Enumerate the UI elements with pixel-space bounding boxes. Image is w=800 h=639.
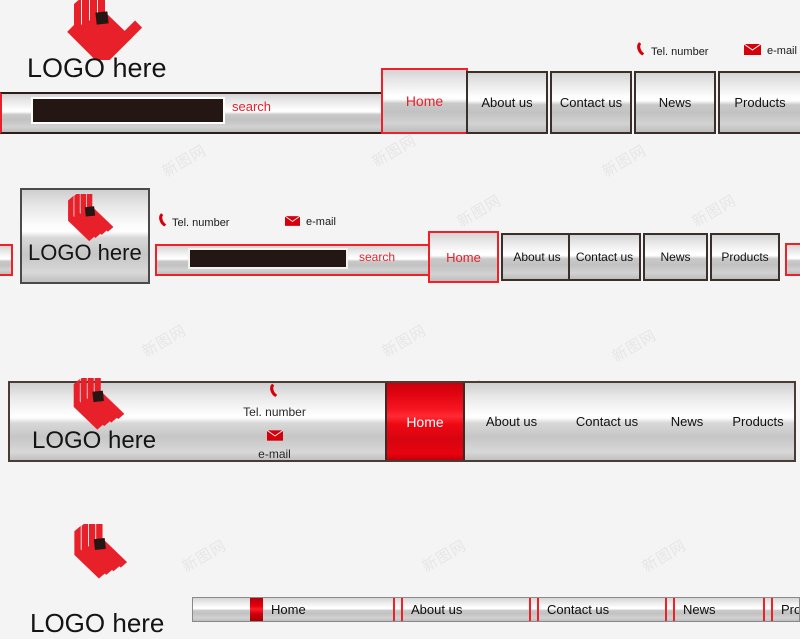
- contact-phone-block: Tel. number: [222, 382, 327, 419]
- watermark: 新图网: [598, 141, 650, 181]
- nav-item-contact-us[interactable]: Contact us: [558, 383, 656, 460]
- left-accent-tab[interactable]: [0, 244, 13, 276]
- nav-item-contact-us[interactable]: Contact us: [550, 71, 632, 134]
- nav-item-products[interactable]: Products: [781, 598, 799, 621]
- watermark: 新图网: [638, 536, 690, 576]
- nav-label: About us: [513, 250, 561, 264]
- nav-separator: [401, 598, 403, 621]
- contact-strip: Tel. number: [158, 212, 229, 233]
- nav-item-contact-us[interactable]: Contact us: [547, 598, 609, 621]
- search-label[interactable]: search: [359, 250, 395, 264]
- navigation-bar-variant-4: Home About us Contact us News Products: [192, 597, 800, 622]
- watermark: 新图网: [368, 131, 420, 171]
- search-label[interactable]: search: [232, 99, 271, 114]
- nav-separator: [537, 598, 539, 621]
- nav-label: Contact us: [547, 602, 610, 617]
- nav-item-news[interactable]: News: [643, 233, 708, 281]
- nav-item-products[interactable]: Products: [718, 383, 794, 460]
- nav-item-news[interactable]: News: [656, 383, 718, 460]
- watermark: 新图网: [418, 536, 470, 576]
- watermark: 新图网: [378, 321, 430, 361]
- nav-label: Products: [781, 602, 799, 617]
- nav-label: Contact us: [575, 250, 634, 264]
- phone-label: Tel. number: [651, 45, 709, 58]
- nav-item-home[interactable]: Home: [271, 598, 306, 621]
- nav-label: Home: [405, 93, 444, 109]
- right-accent-tab[interactable]: [785, 243, 800, 276]
- email-label: e-mail: [258, 447, 291, 461]
- envelope-icon: [743, 42, 762, 60]
- nav-label: Home: [271, 602, 306, 617]
- nav-item-home[interactable]: Home: [385, 383, 465, 460]
- nav-item-news[interactable]: News: [634, 71, 716, 134]
- nav-label: Products: [734, 95, 786, 110]
- logo-box-variant-2: LOGO here: [20, 188, 150, 284]
- nested-chevron-logo: [58, 378, 154, 434]
- nav-label: Home: [446, 249, 481, 265]
- search-input[interactable]: [31, 97, 225, 124]
- nav-item-products[interactable]: Products: [718, 71, 800, 134]
- nav-label: Products: [732, 414, 784, 429]
- nested-chevron-logo: [54, 194, 140, 246]
- watermark: 新图网: [158, 141, 210, 181]
- phone-label: Tel. number: [243, 405, 306, 419]
- contact-strip-email: e-mail: [284, 213, 336, 231]
- phone-icon: [222, 382, 327, 404]
- nav-item-about-us[interactable]: About us: [465, 383, 558, 460]
- watermark: 新图网: [608, 326, 660, 366]
- logo-text: LOGO here: [27, 53, 167, 83]
- nested-chevron-logo: [58, 524, 158, 584]
- contact-strip-email: e-mail: [743, 42, 797, 60]
- contact-strip: Tel. number: [636, 41, 708, 62]
- nav-item-products[interactable]: Products: [710, 233, 780, 281]
- nav-item-about-us[interactable]: About us: [466, 71, 548, 134]
- nav-label: News: [683, 602, 716, 617]
- envelope-icon: [284, 213, 301, 231]
- nav-separator: [763, 598, 765, 621]
- nav-label: News: [660, 250, 691, 264]
- nav-label: News: [658, 95, 692, 110]
- navigation-bar-mockup-sheet: 新图网 新图网 新图网 新图网 新图网 新图网 新图网 新图网 新图网 新图网 …: [0, 0, 800, 638]
- nav-item-about-us[interactable]: About us: [501, 233, 573, 281]
- watermark: 新图网: [178, 536, 230, 576]
- watermark: 新图网: [453, 191, 505, 231]
- phone-icon: [636, 41, 648, 62]
- nav-item-home[interactable]: Home: [381, 68, 468, 134]
- nav-label: Contact us: [575, 414, 639, 429]
- nav-item-news[interactable]: News: [683, 598, 716, 621]
- email-label: e-mail: [306, 216, 336, 228]
- nav-label: News: [670, 414, 704, 429]
- watermark: 新图网: [688, 191, 740, 231]
- phone-label: Tel. number: [172, 216, 230, 229]
- contact-email-block: e-mail: [222, 428, 327, 461]
- nav-separator: [673, 598, 675, 621]
- home-accent-block: [250, 598, 263, 621]
- nav-item-home[interactable]: Home: [428, 231, 499, 283]
- logo-text: LOGO here: [28, 240, 142, 265]
- email-label: e-mail: [767, 45, 797, 57]
- nav-label: About us: [411, 602, 463, 617]
- nav-label: Products: [721, 250, 769, 264]
- search-input[interactable]: [188, 248, 348, 269]
- nav-label: About us: [485, 414, 538, 429]
- nav-item-contact-us[interactable]: Contact us: [568, 233, 641, 281]
- nav-label: Home: [406, 413, 444, 430]
- logo-text: LOGO here: [30, 608, 165, 638]
- nav-separator: [393, 598, 395, 621]
- phone-icon: [158, 212, 170, 233]
- nav-separator: [529, 598, 531, 621]
- logo-text: LOGO here: [32, 427, 157, 454]
- nested-chevron-logo: [56, 0, 166, 60]
- watermark: 新图网: [138, 321, 190, 361]
- nav-item-about-us[interactable]: About us: [411, 598, 462, 621]
- nav-label: Contact us: [559, 95, 623, 110]
- nav-label: About us: [481, 95, 533, 110]
- nav-separator: [665, 598, 667, 621]
- nav-separator: [771, 598, 773, 621]
- envelope-icon: [222, 428, 327, 446]
